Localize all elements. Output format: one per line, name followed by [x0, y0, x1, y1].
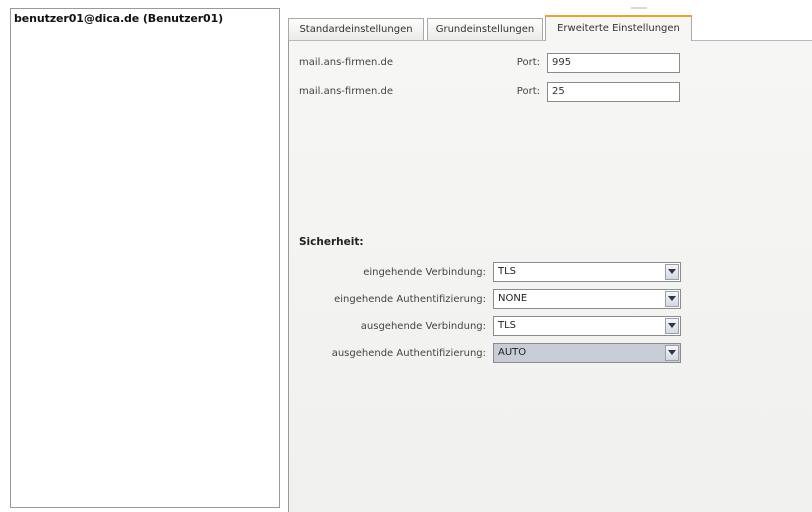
outgoing-port-input[interactable]: 25 [547, 82, 680, 102]
incoming-connection-value: TLS [498, 266, 517, 277]
chevron-down-icon[interactable] [665, 264, 679, 280]
outgoing-auth-select[interactable]: AUTO [493, 343, 681, 363]
chevron-down-icon[interactable] [665, 345, 679, 361]
account-list-item[interactable]: benutzer01@dica.de (Benutzer01) [14, 12, 223, 25]
outgoing-auth-value: AUTO [498, 347, 527, 358]
outgoing-server-host: mail.ans-firmen.de [299, 86, 394, 97]
chevron-down-icon[interactable] [665, 318, 679, 334]
incoming-port-input[interactable]: 995 [547, 53, 680, 73]
incoming-server-host: mail.ans-firmen.de [299, 57, 394, 68]
incoming-connection-label: eingehende Verbindung: [363, 267, 486, 278]
tab-basic-settings[interactable]: Grundeinstellungen [427, 18, 543, 40]
outgoing-connection-value: TLS [498, 320, 517, 331]
security-heading: Sicherheit: [299, 236, 364, 248]
tab-standard-settings[interactable]: Standardeinstellungen [288, 18, 424, 40]
chevron-down-icon[interactable] [665, 291, 679, 307]
account-list-panel[interactable]: benutzer01@dica.de (Benutzer01) [10, 8, 280, 508]
incoming-auth-select[interactable]: NONE [493, 289, 681, 309]
incoming-port-label: Port: [516, 57, 540, 68]
incoming-auth-value: NONE [498, 293, 528, 304]
tab-advanced-settings[interactable]: Erweiterte Einstellungen [545, 15, 692, 41]
outgoing-auth-label: ausgehende Authentifizierung: [331, 348, 486, 359]
outgoing-connection-label: ausgehende Verbindung: [360, 321, 486, 332]
outgoing-port-label: Port: [516, 86, 540, 97]
outgoing-connection-select[interactable]: TLS [493, 316, 681, 336]
incoming-auth-label: eingehende Authentifizierung: [334, 294, 486, 305]
incoming-connection-select[interactable]: TLS [493, 262, 681, 282]
scroll-indicator [631, 7, 647, 9]
